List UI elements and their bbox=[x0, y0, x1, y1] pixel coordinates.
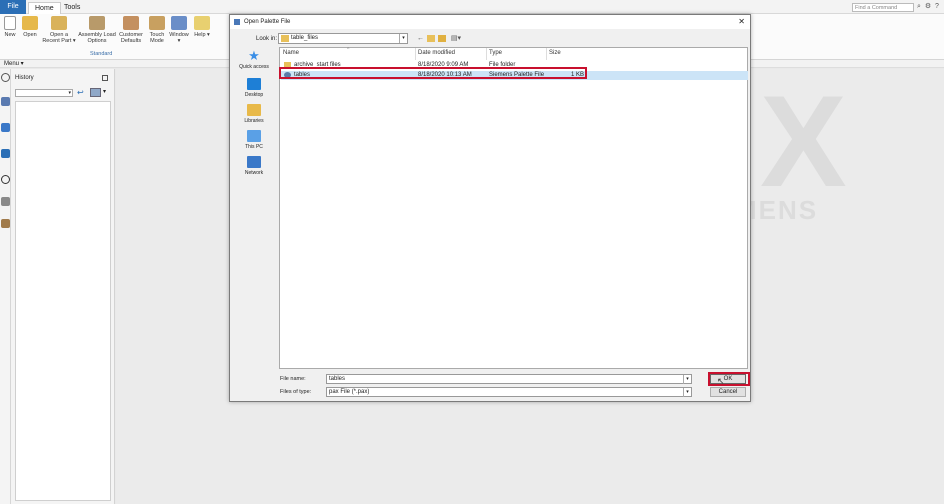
window-button[interactable]: Window ▾ bbox=[168, 16, 190, 44]
place-libraries[interactable]: Libraries bbox=[234, 104, 274, 124]
open-recent-part-button[interactable]: Open a Recent Part ▾ bbox=[42, 16, 76, 44]
network-icon bbox=[247, 156, 261, 168]
chevron-down-icon[interactable]: ▾ bbox=[683, 388, 691, 397]
help-icon[interactable]: ? bbox=[933, 3, 941, 11]
watermark-letter: X bbox=[760, 68, 847, 214]
history-filter-combo[interactable]: ▾ bbox=[15, 89, 73, 97]
gear-icon[interactable] bbox=[1, 73, 10, 82]
file-type-combo[interactable]: pax File (*.pax) ▾ bbox=[326, 387, 692, 397]
ribbon-group-label: Standard bbox=[90, 51, 113, 57]
help-button[interactable]: Help ▾ bbox=[194, 16, 210, 38]
title-bar: File Home Tools Find a Command ⌕ ⚙ ? bbox=[0, 0, 944, 14]
touch-mode-button[interactable]: Touch Mode bbox=[146, 16, 168, 44]
settings-icon[interactable]: ⚙ bbox=[924, 3, 932, 11]
recent-part-icon bbox=[51, 16, 67, 30]
chevron-down-icon[interactable]: ▾ bbox=[683, 375, 691, 384]
dialog-title-bar: Open Palette File ✕ bbox=[230, 15, 750, 29]
desktop-icon bbox=[247, 78, 261, 90]
file-name-label: File name: bbox=[280, 376, 306, 382]
find-command-input[interactable]: Find a Command bbox=[852, 3, 914, 12]
back-arrow-icon[interactable]: ← bbox=[416, 34, 425, 43]
history-title: History bbox=[15, 75, 34, 81]
highlight-box-ok bbox=[708, 372, 750, 386]
look-in-combo[interactable]: table_files ▾ bbox=[278, 33, 408, 44]
chevron-down-icon[interactable]: ▾ bbox=[399, 34, 407, 43]
look-in-label: Look in: bbox=[256, 36, 278, 42]
libraries-icon bbox=[247, 104, 261, 116]
computer-icon bbox=[247, 130, 261, 142]
file-name-input[interactable]: tables ▾ bbox=[326, 374, 692, 384]
open-button[interactable]: Open bbox=[20, 16, 40, 38]
view-icon[interactable] bbox=[90, 88, 101, 97]
assembly-icon bbox=[89, 16, 105, 30]
history-list[interactable] bbox=[15, 101, 111, 501]
new-folder-icon[interactable] bbox=[438, 35, 446, 42]
constraint-navigator-icon[interactable] bbox=[1, 123, 10, 132]
customer-defaults-button[interactable]: Customer Defaults bbox=[117, 16, 145, 44]
file-list[interactable]: Name ^ Date modified Type Size archive_s… bbox=[279, 47, 748, 369]
star-icon: ★ bbox=[248, 48, 260, 63]
cancel-button[interactable]: Cancel bbox=[710, 387, 746, 397]
reuse-library-icon[interactable] bbox=[1, 197, 10, 206]
column-header-type[interactable]: Type bbox=[489, 50, 502, 56]
view-menu-icon[interactable]: ▤▾ bbox=[450, 34, 462, 43]
highlight-box-file bbox=[279, 67, 587, 79]
tab-tools[interactable]: Tools bbox=[58, 2, 86, 14]
customer-defaults-icon bbox=[123, 16, 139, 30]
column-header-name[interactable]: Name bbox=[283, 50, 299, 56]
file-type-label: Files of type: bbox=[280, 389, 312, 395]
column-header-date[interactable]: Date modified bbox=[418, 50, 455, 56]
roles-icon[interactable] bbox=[1, 219, 10, 228]
search-icon[interactable]: ⌕ bbox=[915, 3, 923, 11]
history-clock-icon[interactable] bbox=[1, 175, 10, 184]
assembly-navigator-icon[interactable] bbox=[1, 97, 10, 106]
restore-icon[interactable] bbox=[102, 75, 108, 81]
place-quick-access[interactable]: ★ Quick access bbox=[234, 48, 274, 70]
assembly-load-options-button[interactable]: Assembly Load Options bbox=[78, 16, 116, 44]
resource-bar bbox=[0, 69, 11, 504]
menu-button[interactable]: Menu ▾ bbox=[4, 61, 24, 67]
new-button[interactable]: New bbox=[3, 16, 17, 38]
place-desktop[interactable]: Desktop bbox=[234, 78, 274, 98]
touch-mode-icon bbox=[149, 16, 165, 30]
open-palette-file-dialog: Open Palette File ✕ Look in: table_files… bbox=[229, 14, 751, 402]
sort-arrow-icon: ^ bbox=[347, 47, 350, 53]
open-folder-icon bbox=[22, 16, 38, 30]
mouse-cursor-icon: ↖ bbox=[717, 376, 725, 386]
dialog-title: Open Palette File bbox=[244, 19, 291, 25]
help-book-icon bbox=[194, 16, 210, 30]
column-header-size[interactable]: Size bbox=[549, 50, 561, 56]
place-this-pc[interactable]: This PC bbox=[234, 130, 274, 150]
up-folder-icon[interactable] bbox=[427, 35, 435, 42]
new-file-icon bbox=[4, 16, 16, 30]
back-arrow-icon[interactable]: ↩ bbox=[77, 88, 84, 97]
folder-icon bbox=[281, 35, 289, 42]
chevron-down-icon[interactable]: ▾ bbox=[103, 88, 106, 95]
app-icon bbox=[234, 19, 240, 25]
part-navigator-icon[interactable] bbox=[1, 149, 10, 158]
window-icon bbox=[171, 16, 187, 30]
tab-home[interactable]: Home bbox=[28, 2, 61, 14]
tab-file[interactable]: File bbox=[0, 0, 26, 14]
place-network[interactable]: Network bbox=[234, 156, 274, 176]
history-panel: History ▾ ↩ ▾ bbox=[11, 69, 115, 504]
close-icon[interactable]: ✕ bbox=[738, 15, 745, 29]
